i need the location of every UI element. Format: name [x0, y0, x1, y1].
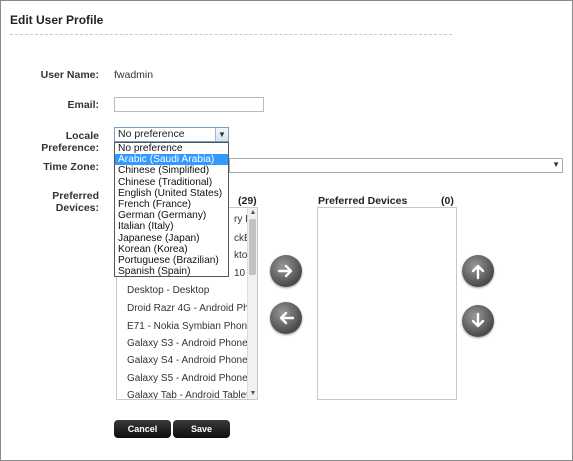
chevron-down-icon[interactable]: ▼	[552, 160, 560, 169]
list-item[interactable]: Desktop - Desktop	[127, 285, 209, 296]
locale-option[interactable]: Italian (Italy)	[115, 221, 228, 232]
scroll-up-icon[interactable]: ▲	[248, 208, 257, 218]
save-button[interactable]: Save	[173, 420, 230, 438]
preferred-devices-label: Preferred Devices:	[52, 190, 99, 214]
scrollbar[interactable]: ▲ ▼	[247, 208, 257, 399]
timezone-select[interactable]: ▼	[229, 158, 563, 173]
list-item[interactable]: Galaxy S3 - Android Phones	[127, 338, 253, 349]
list-item[interactable]: Galaxy S4 - Android Phones	[127, 355, 253, 366]
preferred-count: (0)	[441, 195, 454, 207]
username-value: fwadmin	[114, 69, 154, 81]
email-field[interactable]	[114, 97, 264, 112]
locale-option-highlighted[interactable]: Arabic (Saudi Arabia)	[115, 154, 228, 166]
title-divider	[10, 34, 452, 35]
locale-select[interactable]: No preference ▼	[114, 127, 229, 142]
locale-selected-value: No preference	[118, 128, 185, 140]
page-title: Edit User Profile	[10, 13, 104, 27]
arrow-down-icon	[471, 312, 485, 328]
locale-option[interactable]: No preference	[115, 143, 228, 154]
window-frame: Edit User Profile User Name: fwadmin Ema…	[0, 0, 573, 461]
scroll-down-icon[interactable]: ▼	[248, 389, 257, 399]
list-item[interactable]: Galaxy S5 - Android Phones	[127, 373, 253, 384]
locale-option[interactable]: German (Germany)	[115, 210, 228, 221]
locale-dropdown-list[interactable]: No preference Arabic (Saudi Arabia) Chin…	[114, 142, 229, 277]
move-down-button[interactable]	[462, 305, 494, 337]
locale-option[interactable]: Korean (Korea)	[115, 244, 228, 255]
locale-option[interactable]: French (France)	[115, 199, 228, 210]
username-label: User Name:	[40, 69, 99, 81]
locale-label: Locale Preference:	[41, 130, 99, 154]
preferred-devices-list[interactable]	[317, 207, 457, 400]
add-device-button[interactable]	[270, 255, 302, 287]
scrollbar-thumb[interactable]	[249, 219, 256, 275]
locale-option[interactable]: Spanish (Spain)	[115, 266, 228, 277]
preferred-devices-header: Preferred Devices	[318, 195, 408, 207]
arrow-right-icon	[277, 264, 293, 278]
available-count: (29)	[238, 195, 257, 207]
locale-option[interactable]: Chinese (Simplified)	[115, 165, 228, 176]
email-label: Email:	[67, 99, 99, 111]
cancel-button[interactable]: Cancel	[114, 420, 171, 438]
locale-option[interactable]: Japanese (Japan)	[115, 233, 228, 244]
arrow-up-icon	[471, 264, 485, 280]
chevron-down-icon[interactable]: ▼	[215, 128, 228, 141]
locale-option[interactable]: Chinese (Traditional)	[115, 177, 228, 188]
timezone-label: Time Zone:	[43, 161, 99, 173]
arrow-left-icon	[279, 311, 295, 325]
remove-device-button[interactable]	[270, 302, 302, 334]
list-item[interactable]: Droid Razr 4G - Android Phones	[127, 303, 257, 314]
locale-option[interactable]: Portuguese (Brazilian)	[115, 255, 228, 266]
locale-option[interactable]: English (United States)	[115, 188, 228, 199]
list-item[interactable]: E71 - Nokia Symbian Phones	[127, 321, 257, 332]
move-up-button[interactable]	[462, 255, 494, 287]
list-item[interactable]: Galaxy Tab - Android Tablets	[127, 390, 254, 399]
